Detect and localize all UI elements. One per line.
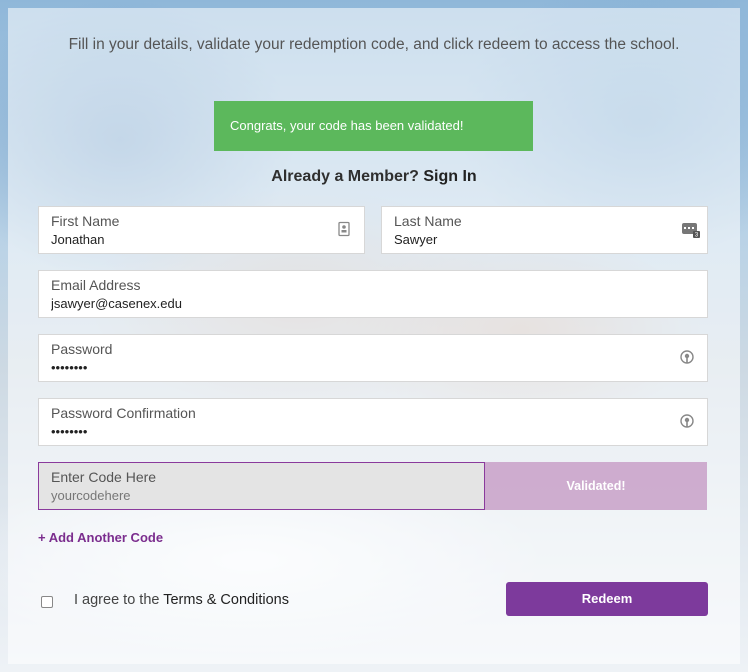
email-input[interactable] <box>51 296 586 311</box>
add-another-code-link[interactable]: + Add Another Code <box>38 530 163 545</box>
last-name-field[interactable]: Last Name 3 <box>381 206 708 254</box>
password-label: Password <box>51 341 113 357</box>
last-name-input[interactable] <box>394 232 654 247</box>
terms-link[interactable]: Terms & Conditions <box>163 592 289 608</box>
password-input[interactable] <box>51 360 586 375</box>
last-name-label: Last Name <box>394 213 462 229</box>
first-name-field[interactable]: First Name <box>38 206 365 254</box>
sign-in-link[interactable]: Sign In <box>423 168 476 185</box>
success-alert: Congrats, your code has been validated! <box>214 101 533 151</box>
validate-code-button[interactable]: Validated! <box>485 462 707 510</box>
terms-agreement: I agree to the Terms & Conditions <box>74 592 289 608</box>
password-field[interactable]: Password <box>38 334 708 382</box>
code-input[interactable] <box>51 488 452 503</box>
first-name-label: First Name <box>51 213 120 229</box>
intro-text: Fill in your details, validate your rede… <box>68 36 680 53</box>
redeem-button[interactable]: Redeem <box>506 582 708 616</box>
contact-card-icon <box>336 221 352 237</box>
member-prompt-text: Already a Member? <box>271 168 419 185</box>
email-field[interactable]: Email Address <box>38 270 708 318</box>
password-confirmation-field[interactable]: Password Confirmation <box>38 398 708 446</box>
terms-checkbox[interactable] <box>41 596 53 608</box>
code-label: Enter Code Here <box>51 469 157 485</box>
key-icon <box>679 414 695 430</box>
password-confirmation-input[interactable] <box>51 424 586 439</box>
email-label: Email Address <box>51 277 141 293</box>
code-field[interactable]: Enter Code Here <box>38 462 485 510</box>
key-icon <box>679 350 695 366</box>
id-badge-icon: 3 <box>681 221 701 239</box>
member-prompt: Already a Member? Sign In <box>0 168 748 186</box>
password-confirmation-label: Password Confirmation <box>51 405 196 421</box>
terms-prefix: I agree to the <box>74 592 160 608</box>
first-name-input[interactable] <box>51 232 311 247</box>
